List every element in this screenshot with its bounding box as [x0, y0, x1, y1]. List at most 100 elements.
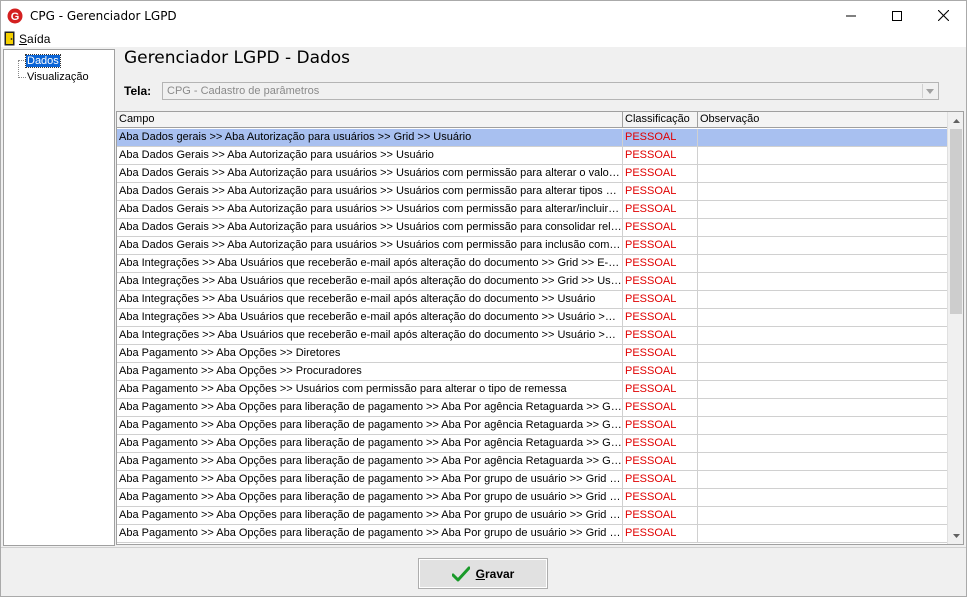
- cell-campo[interactable]: Aba Integrações >> Aba Usuários que rece…: [117, 291, 623, 308]
- cell-classificacao[interactable]: PESSOAL: [623, 453, 698, 470]
- cell-observacao[interactable]: [698, 471, 949, 488]
- cell-campo[interactable]: Aba Pagamento >> Aba Opções para liberaç…: [117, 417, 623, 434]
- maximize-button[interactable]: [874, 1, 920, 30]
- cell-observacao[interactable]: [698, 327, 949, 344]
- cell-campo[interactable]: Aba Dados Gerais >> Aba Autorização para…: [117, 183, 623, 200]
- table-row[interactable]: Aba Integrações >> Aba Usuários que rece…: [117, 309, 949, 327]
- table-row[interactable]: Aba Pagamento >> Aba Opções para liberaç…: [117, 507, 949, 525]
- table-row[interactable]: Aba Integrações >> Aba Usuários que rece…: [117, 291, 949, 309]
- cell-classificacao[interactable]: PESSOAL: [623, 291, 698, 308]
- title-bar[interactable]: G CPG - Gerenciador LGPD: [1, 1, 966, 30]
- table-row[interactable]: Aba Pagamento >> Aba Opções >> Usuários …: [117, 381, 949, 399]
- cell-observacao[interactable]: [698, 129, 949, 146]
- cell-classificacao[interactable]: PESSOAL: [623, 183, 698, 200]
- cell-classificacao[interactable]: PESSOAL: [623, 165, 698, 182]
- cell-observacao[interactable]: [698, 165, 949, 182]
- table-row[interactable]: Aba Pagamento >> Aba Opções para liberaç…: [117, 471, 949, 489]
- cell-campo[interactable]: Aba Integrações >> Aba Usuários que rece…: [117, 273, 623, 290]
- column-header-campo[interactable]: Campo: [117, 112, 623, 128]
- dropdown-arrow[interactable]: [922, 84, 937, 98]
- cell-observacao[interactable]: [698, 255, 949, 272]
- cell-campo[interactable]: Aba Dados Gerais >> Aba Autorização para…: [117, 237, 623, 254]
- cell-classificacao[interactable]: PESSOAL: [623, 273, 698, 290]
- cell-observacao[interactable]: [698, 273, 949, 290]
- table-row[interactable]: Aba Pagamento >> Aba Opções para liberaç…: [117, 453, 949, 471]
- tela-select[interactable]: CPG - Cadastro de parâmetros: [162, 82, 939, 100]
- cell-observacao[interactable]: [698, 435, 949, 452]
- table-row[interactable]: Aba Pagamento >> Aba Opções >> Procurado…: [117, 363, 949, 381]
- cell-classificacao[interactable]: PESSOAL: [623, 399, 698, 416]
- cell-campo[interactable]: Aba Pagamento >> Aba Opções para liberaç…: [117, 435, 623, 452]
- scroll-up-button[interactable]: [948, 112, 963, 129]
- table-row[interactable]: Aba Pagamento >> Aba Opções para liberaç…: [117, 435, 949, 453]
- cell-observacao[interactable]: [698, 201, 949, 218]
- cell-campo[interactable]: Aba Dados Gerais >> Aba Autorização para…: [117, 147, 623, 164]
- cell-observacao[interactable]: [698, 417, 949, 434]
- cell-classificacao[interactable]: PESSOAL: [623, 255, 698, 272]
- table-row[interactable]: Aba Pagamento >> Aba Opções >> Diretores…: [117, 345, 949, 363]
- cell-observacao[interactable]: [698, 345, 949, 362]
- cell-campo[interactable]: Aba Pagamento >> Aba Opções para liberaç…: [117, 453, 623, 470]
- cell-classificacao[interactable]: PESSOAL: [623, 381, 698, 398]
- cell-classificacao[interactable]: PESSOAL: [623, 147, 698, 164]
- cell-observacao[interactable]: [698, 147, 949, 164]
- cell-campo[interactable]: Aba Dados Gerais >> Aba Autorização para…: [117, 201, 623, 218]
- cell-classificacao[interactable]: PESSOAL: [623, 435, 698, 452]
- close-button[interactable]: [920, 1, 966, 30]
- cell-campo[interactable]: Aba Pagamento >> Aba Opções >> Usuários …: [117, 381, 623, 398]
- scroll-thumb[interactable]: [950, 129, 962, 314]
- cell-observacao[interactable]: [698, 507, 949, 524]
- cell-classificacao[interactable]: PESSOAL: [623, 129, 698, 146]
- cell-campo[interactable]: Aba Pagamento >> Aba Opções para liberaç…: [117, 471, 623, 488]
- cell-classificacao[interactable]: PESSOAL: [623, 345, 698, 362]
- cell-campo[interactable]: Aba Dados gerais >> Aba Autorização para…: [117, 129, 623, 146]
- tree-item-dados[interactable]: Dados: [25, 53, 61, 68]
- table-row[interactable]: Aba Dados Gerais >> Aba Autorização para…: [117, 237, 949, 255]
- minimize-button[interactable]: [828, 1, 874, 30]
- cell-campo[interactable]: Aba Integrações >> Aba Usuários que rece…: [117, 327, 623, 344]
- tree-item-visualizacao[interactable]: Visualização: [26, 70, 90, 83]
- table-row[interactable]: Aba Integrações >> Aba Usuários que rece…: [117, 327, 949, 345]
- cell-observacao[interactable]: [698, 381, 949, 398]
- cell-campo[interactable]: Aba Pagamento >> Aba Opções >> Diretores: [117, 345, 623, 362]
- cell-campo[interactable]: Aba Pagamento >> Aba Opções >> Procurado…: [117, 363, 623, 380]
- cell-observacao[interactable]: [698, 309, 949, 326]
- cell-campo[interactable]: Aba Pagamento >> Aba Opções para liberaç…: [117, 399, 623, 416]
- cell-campo[interactable]: Aba Dados Gerais >> Aba Autorização para…: [117, 219, 623, 236]
- cell-classificacao[interactable]: PESSOAL: [623, 309, 698, 326]
- table-row[interactable]: Aba Dados Gerais >> Aba Autorização para…: [117, 165, 949, 183]
- cell-campo[interactable]: Aba Pagamento >> Aba Opções para liberaç…: [117, 507, 623, 524]
- cell-observacao[interactable]: [698, 363, 949, 380]
- table-row[interactable]: Aba Pagamento >> Aba Opções para liberaç…: [117, 417, 949, 435]
- cell-classificacao[interactable]: PESSOAL: [623, 327, 698, 344]
- cell-observacao[interactable]: [698, 291, 949, 308]
- table-row[interactable]: Aba Dados gerais >> Aba Autorização para…: [117, 129, 949, 147]
- cell-classificacao[interactable]: PESSOAL: [623, 507, 698, 524]
- cell-classificacao[interactable]: PESSOAL: [623, 237, 698, 254]
- gravar-button[interactable]: Gravar: [418, 558, 548, 589]
- menu-saida[interactable]: Saída: [1, 31, 50, 46]
- table-row[interactable]: Aba Dados Gerais >> Aba Autorização para…: [117, 147, 949, 165]
- cell-classificacao[interactable]: PESSOAL: [623, 219, 698, 236]
- table-row[interactable]: Aba Dados Gerais >> Aba Autorização para…: [117, 201, 949, 219]
- vertical-scrollbar[interactable]: [947, 112, 963, 544]
- cell-classificacao[interactable]: PESSOAL: [623, 471, 698, 488]
- cell-classificacao[interactable]: PESSOAL: [623, 525, 698, 542]
- cell-observacao[interactable]: [698, 237, 949, 254]
- column-header-classificacao[interactable]: Classificação: [623, 112, 698, 128]
- cell-campo[interactable]: Aba Pagamento >> Aba Opções para liberaç…: [117, 489, 623, 506]
- table-row[interactable]: Aba Integrações >> Aba Usuários que rece…: [117, 255, 949, 273]
- cell-campo[interactable]: Aba Integrações >> Aba Usuários que rece…: [117, 255, 623, 272]
- cell-observacao[interactable]: [698, 219, 949, 236]
- cell-observacao[interactable]: [698, 489, 949, 506]
- table-row[interactable]: Aba Dados Gerais >> Aba Autorização para…: [117, 183, 949, 201]
- cell-observacao[interactable]: [698, 525, 949, 542]
- table-row[interactable]: Aba Pagamento >> Aba Opções para liberaç…: [117, 489, 949, 507]
- cell-classificacao[interactable]: PESSOAL: [623, 417, 698, 434]
- cell-classificacao[interactable]: PESSOAL: [623, 489, 698, 506]
- table-row[interactable]: Aba Integrações >> Aba Usuários que rece…: [117, 273, 949, 291]
- table-row[interactable]: Aba Pagamento >> Aba Opções para liberaç…: [117, 525, 949, 543]
- column-header-observacao[interactable]: Observação: [698, 112, 949, 128]
- cell-campo[interactable]: Aba Pagamento >> Aba Opções para liberaç…: [117, 525, 623, 542]
- cell-observacao[interactable]: [698, 399, 949, 416]
